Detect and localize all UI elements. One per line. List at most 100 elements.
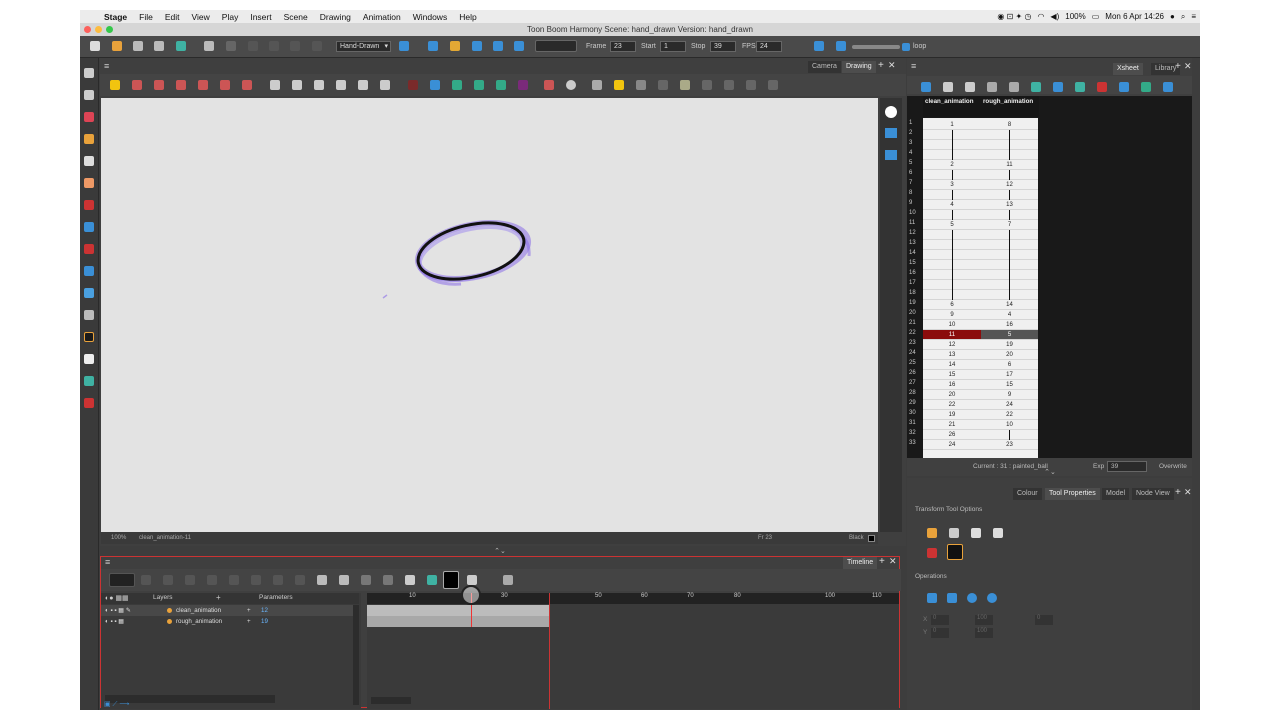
lasso-icon[interactable]: [927, 528, 937, 538]
xsheet-cell-clean[interactable]: 24: [923, 440, 981, 450]
tl-tool-7-icon[interactable]: [273, 575, 283, 585]
xsheet-cell-rough[interactable]: 6: [981, 360, 1038, 370]
tl-tool-8-icon[interactable]: [295, 575, 305, 585]
menu-drawing[interactable]: Drawing: [314, 12, 357, 22]
xsheet-fill-icon[interactable]: [1009, 82, 1019, 92]
frame-slider[interactable]: [535, 40, 577, 52]
xsheet-row-number[interactable]: 29: [909, 400, 923, 410]
tl-tool-2-icon[interactable]: [163, 575, 173, 585]
xsheet-grid[interactable]: clean_animation rough_animation 11823452…: [907, 96, 1192, 458]
xsheet-sequence-icon[interactable]: [987, 82, 997, 92]
xsheet-row-number[interactable]: 25: [909, 360, 923, 370]
bottom-left-icons[interactable]: ▣ ⟋ ⟶: [104, 700, 144, 708]
shape-tool-icon[interactable]: [84, 266, 94, 276]
peg-select-icon[interactable]: [949, 528, 959, 538]
xsheet-column-header-clean[interactable]: clean_animation: [923, 96, 981, 117]
frame-ruler[interactable]: 10 30 50 60 70 80 100 110: [367, 593, 899, 604]
width-field[interactable]: 100: [975, 615, 993, 625]
tab-drawing[interactable]: Drawing: [842, 61, 876, 73]
mask-icon[interactable]: [518, 80, 528, 90]
loop-icon[interactable]: [472, 41, 482, 51]
tl-keyframe-add-icon[interactable]: [317, 575, 327, 585]
xsheet-cell-rough[interactable]: 23: [981, 440, 1038, 450]
layer-visibility-icons[interactable]: ◐● ▦▦: [105, 594, 129, 602]
drawing-layer-3-icon[interactable]: [314, 80, 324, 90]
layer-add-dropdown[interactable]: [109, 573, 135, 587]
close-view-icon[interactable]: ✕: [888, 60, 896, 71]
brush-tool-icon[interactable]: [84, 112, 94, 122]
xsheet-cell-rough[interactable]: 22: [981, 410, 1038, 420]
xsheet-cell-rough[interactable]: 8: [981, 120, 1038, 130]
xsheet-row-number[interactable]: 23: [909, 340, 923, 350]
add-view-icon[interactable]: +: [878, 60, 884, 71]
xsheet-cell-clean[interactable]: 14: [923, 360, 981, 370]
tab-colour[interactable]: Colour: [1013, 488, 1042, 500]
start-field[interactable]: 1: [660, 41, 686, 52]
status-icons[interactable]: ◉ ⊡ ✦ ◷: [997, 12, 1031, 21]
drawing-layer-5-icon[interactable]: [358, 80, 368, 90]
clean-exposure-bar[interactable]: [367, 605, 549, 616]
eraser-tool-icon[interactable]: [84, 178, 94, 188]
rough-exposure-bar[interactable]: [367, 616, 549, 627]
tab-model[interactable]: Model: [1102, 488, 1130, 500]
tl-tool-5-icon[interactable]: [229, 575, 239, 585]
menu-file[interactable]: File: [133, 12, 159, 22]
drawing-layer-1-icon[interactable]: [270, 80, 280, 90]
tl-tool-1-icon[interactable]: [141, 575, 151, 585]
tl-tool-4-icon[interactable]: [207, 575, 217, 585]
current-colour-swatch[interactable]: [868, 535, 875, 542]
step-back-icon[interactable]: [814, 41, 824, 51]
transform-lasso-active-icon[interactable]: [947, 544, 963, 560]
tab-node-view[interactable]: Node View: [1132, 488, 1174, 500]
fps-field[interactable]: 24: [756, 41, 782, 52]
rotate-icon[interactable]: [680, 80, 690, 90]
xsheet-row-number[interactable]: 8: [909, 190, 923, 200]
xsheet-cell-clean[interactable]: 11: [923, 330, 981, 340]
menu-help[interactable]: Help: [453, 12, 482, 22]
settings-gear-icon[interactable]: [566, 80, 576, 90]
xsheet-cell-rough[interactable]: 12: [981, 180, 1038, 190]
layer-toggles-icon[interactable]: ◐ ▪ ▪ ▦ ✎: [105, 605, 131, 616]
xsheet-cell-rough[interactable]: 11: [981, 160, 1038, 170]
layer-row-clean[interactable]: ◐ ▪ ▪ ▦ ✎ clean_animation + 12: [101, 605, 359, 616]
xsheet-cell-clean[interactable]: 4: [923, 200, 981, 210]
timeline-frames-area[interactable]: 10 30 50 60 70 80 100 110: [367, 585, 899, 709]
onion-add-icon[interactable]: [220, 80, 230, 90]
minimize-window-button[interactable]: [95, 26, 102, 33]
layer-row-rough[interactable]: ◐ ▪ ▪ ▦ rough_animation + 19: [101, 616, 359, 627]
xsheet-close-icon[interactable]: ✕: [1184, 61, 1192, 72]
reset-rotation-icon[interactable]: [746, 80, 756, 90]
xsheet-row-number[interactable]: 6: [909, 170, 923, 180]
workspace-manager-icon[interactable]: [399, 41, 409, 51]
loop-checkbox[interactable]: [902, 43, 910, 51]
menu-view[interactable]: View: [186, 12, 216, 22]
xsheet-keyframe-icon[interactable]: [1031, 82, 1041, 92]
zoom-icon[interactable]: [702, 80, 712, 90]
timeline-close-icon[interactable]: ✕: [889, 556, 897, 567]
menu-app-name[interactable]: Stage: [98, 12, 133, 22]
xsheet-flip-icon[interactable]: [1141, 82, 1151, 92]
onion-reduce-icon[interactable]: [198, 80, 208, 90]
volume-icon[interactable]: ◀): [1050, 12, 1059, 21]
layer-parameter-value[interactable]: 12: [261, 605, 268, 616]
menu-animation[interactable]: Animation: [357, 12, 407, 22]
tl-keyframe-remove-icon[interactable]: [339, 575, 349, 585]
light-table-toggle-icon[interactable]: [885, 128, 897, 138]
new-scene-icon[interactable]: [90, 41, 100, 51]
playhead-handle[interactable]: [461, 585, 481, 605]
flip-icon[interactable]: [452, 80, 462, 90]
xsheet-cell-clean[interactable]: 21: [923, 420, 981, 430]
xsheet-row-number[interactable]: 18: [909, 290, 923, 300]
x-field[interactable]: 0: [931, 615, 949, 625]
xsheet-cell-rough[interactable]: 7: [981, 220, 1038, 230]
xsheet-hold-icon[interactable]: [1075, 82, 1085, 92]
xsheet-row-number[interactable]: 21: [909, 320, 923, 330]
toolprops-close-icon[interactable]: ✕: [1184, 487, 1192, 498]
frames-hscrollbar[interactable]: [371, 697, 411, 704]
xsheet-cell-rough[interactable]: 13: [981, 200, 1038, 210]
line-tool-icon[interactable]: [84, 222, 94, 232]
ink-tool-icon[interactable]: [84, 398, 94, 408]
lightbulb-icon[interactable]: [614, 80, 624, 90]
xsheet-cell-clean[interactable]: 13: [923, 350, 981, 360]
spotlight-icon[interactable]: ⌕: [1181, 12, 1185, 22]
